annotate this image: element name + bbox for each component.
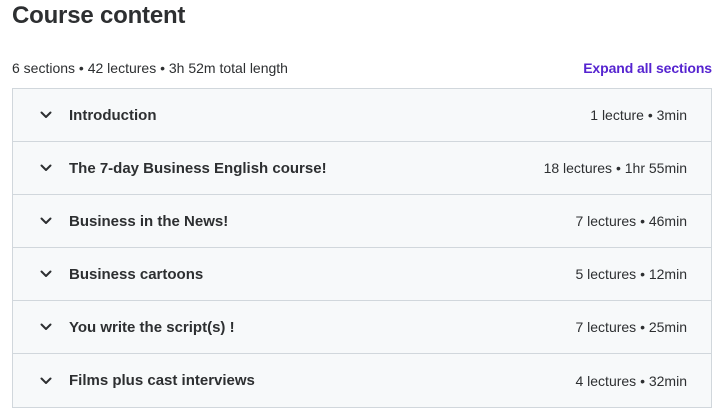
section-title: You write the script(s) ! <box>69 318 235 336</box>
chevron-down-icon <box>39 161 53 175</box>
section-title: Introduction <box>69 106 157 124</box>
section-header-films-interviews[interactable]: Films plus cast interviews 4 lectures • … <box>13 354 711 407</box>
section-meta: 7 lectures • 25min <box>575 319 687 335</box>
sections-list: Introduction 1 lecture • 3min The 7-day … <box>12 88 712 408</box>
section-header-write-scripts[interactable]: You write the script(s) ! 7 lectures • 2… <box>13 301 711 354</box>
chevron-down-icon <box>39 374 53 388</box>
section-header-business-news[interactable]: Business in the News! 7 lectures • 46min <box>13 195 711 248</box>
chevron-down-icon <box>39 108 53 122</box>
page-title: Course content <box>12 2 186 29</box>
section-header-introduction[interactable]: Introduction 1 lecture • 3min <box>13 89 711 142</box>
chevron-down-icon <box>39 267 53 281</box>
section-meta: 5 lectures • 12min <box>575 266 687 282</box>
section-meta: 7 lectures • 46min <box>575 213 687 229</box>
section-title: Business in the News! <box>69 212 229 230</box>
section-header-business-cartoons[interactable]: Business cartoons 5 lectures • 12min <box>13 248 711 301</box>
section-title: The 7-day Business English course! <box>69 159 327 177</box>
chevron-down-icon <box>39 320 53 334</box>
chevron-down-icon <box>39 214 53 228</box>
course-summary: 6 sections • 42 lectures • 3h 52m total … <box>12 60 288 76</box>
section-title: Business cartoons <box>69 265 204 283</box>
section-header-7-day-course[interactable]: The 7-day Business English course! 18 le… <box>13 142 711 195</box>
section-meta: 4 lectures • 32min <box>575 372 687 389</box>
section-meta: 1 lecture • 3min <box>590 107 687 123</box>
course-summary-row: 6 sections • 42 lectures • 3h 52m total … <box>12 58 712 78</box>
section-meta: 18 lectures • 1hr 55min <box>543 160 687 176</box>
section-title: Films plus cast interviews <box>69 372 255 389</box>
expand-all-sections-button[interactable]: Expand all sections <box>583 60 712 76</box>
